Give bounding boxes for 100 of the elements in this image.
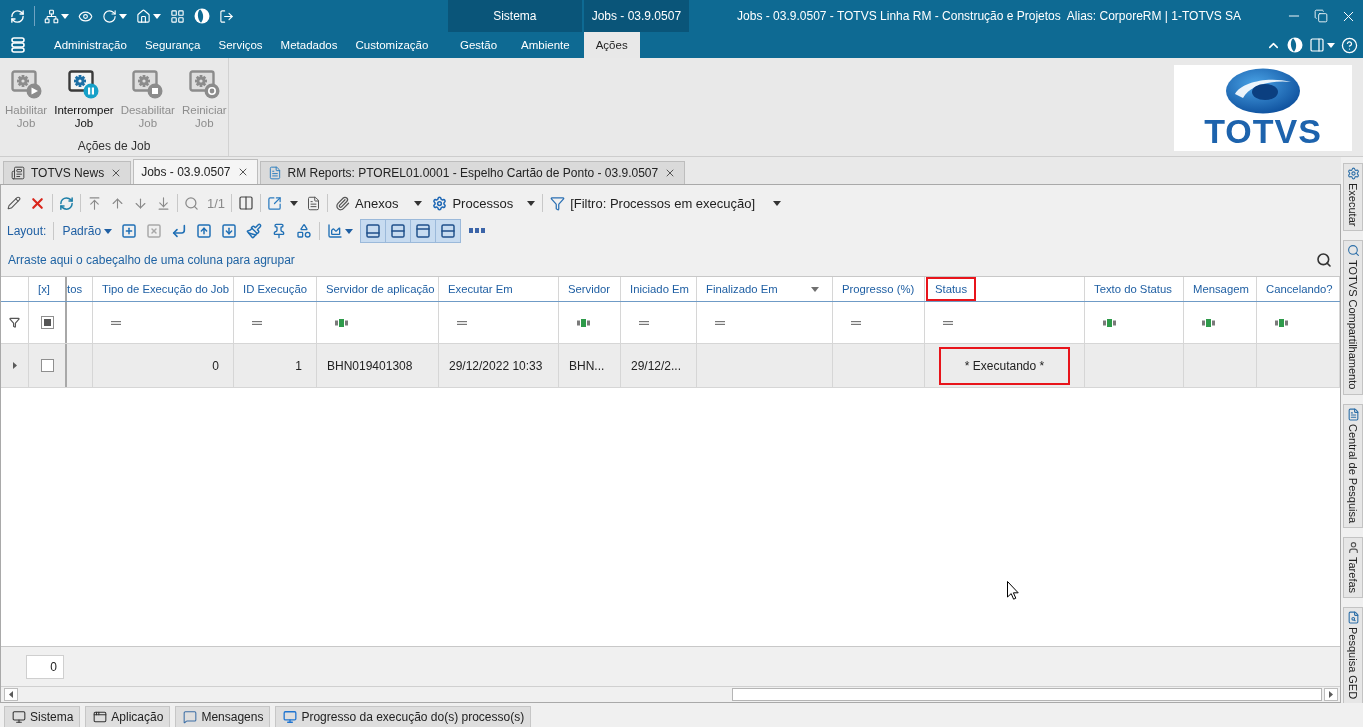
columns-icon[interactable] [238,195,255,211]
column-header[interactable]: tos [67,277,93,301]
caret-down-icon [811,286,819,292]
menu-icon[interactable] [11,37,25,53]
caret-down-icon[interactable] [104,228,113,234]
caret-right-icon [12,362,17,369]
equals-icon[interactable] [851,320,861,325]
document-tab[interactable]: RM Reports: PTOREL01.0001 - Espelho Cartão de Ponto - 03.9.0507 [259,161,686,184]
globe-icon[interactable] [1287,37,1303,53]
panel-tab[interactable]: Mensagens [175,706,271,727]
attachments-dropdown[interactable]: Anexos [334,195,424,211]
network-icon[interactable] [44,8,59,24]
search-icon[interactable] [1316,251,1332,268]
side-tab[interactable]: Executar [1343,163,1363,232]
menu-tab[interactable]: Ações [583,32,640,58]
menu-tab[interactable]: Administração [45,32,136,58]
text-filter-icon[interactable] [1103,318,1117,327]
context-group-header: Jobs - 03.9.0507 [583,0,690,32]
up-icon[interactable] [110,195,125,211]
paint-brush-icon[interactable] [246,223,263,239]
text-filter-icon[interactable] [1202,318,1216,327]
text-format-icon[interactable] [469,228,486,234]
menu-tab[interactable]: Gestão [448,32,510,58]
layout-dropdown[interactable]: Padrão [61,224,103,238]
table-row[interactable]: 0 1 BHN019401308 29/12/2022 10:33 BHN... 29/12/2... * Executando * [1,344,1340,388]
scrollbar-thumb[interactable] [732,688,1322,701]
refresh-icon[interactable] [59,195,74,211]
gear-icon [432,195,448,211]
document-tab[interactable]: TOTVS News [3,161,132,184]
caret-down-icon[interactable] [153,13,161,19]
shapes-icon[interactable] [296,223,313,239]
equals-icon[interactable] [252,320,262,325]
scroll-left-button[interactable] [4,688,18,701]
panel-tab[interactable]: Aplicação [85,706,171,727]
panel-icon[interactable] [1309,37,1325,53]
equals-icon[interactable] [111,320,121,325]
panel-tab[interactable]: Sistema [4,706,81,727]
area-chart-icon[interactable] [327,223,344,239]
side-tab[interactable]: Pesquisa GED [1343,606,1363,705]
move-up-icon[interactable] [196,223,213,239]
text-filter-icon[interactable] [577,318,591,327]
add-icon[interactable] [121,223,138,239]
first-icon[interactable] [87,195,102,211]
view-toggle[interactable] [435,219,462,243]
table-cell: * Executando * [938,346,1071,385]
return-icon[interactable] [171,223,188,239]
equals-icon[interactable] [715,320,725,325]
equals-icon[interactable] [943,320,953,325]
sign-out-icon[interactable] [219,8,234,24]
export-icon[interactable] [267,195,283,211]
menu-tab[interactable]: Customização [346,32,438,58]
restore-icon[interactable] [1314,9,1328,23]
text-filter-icon[interactable] [1275,318,1289,327]
checkbox[interactable] [40,359,54,372]
caret-down-icon[interactable] [290,200,299,206]
text-filter-icon[interactable] [335,318,349,327]
person-icon [1346,540,1360,554]
menu-tab[interactable]: Metadados [271,32,347,58]
checkbox[interactable] [40,316,54,329]
monitor-gear-stop-icon [132,70,164,100]
side-tab[interactable]: Tarefas [1343,536,1363,598]
menu-tab[interactable]: Ambiente [509,32,582,58]
view-toggle[interactable] [360,219,387,243]
processes-dropdown[interactable]: Processos [431,195,537,211]
down-icon[interactable] [133,195,148,211]
menu-tab[interactable]: Serviços [209,32,272,58]
help-icon[interactable] [1341,36,1358,54]
document-tab[interactable]: Jobs - 03.9.0507 [133,159,258,184]
table-cell: 0 [212,358,219,373]
view-toggle[interactable] [410,219,437,243]
caret-down-icon[interactable] [345,228,354,234]
panel-tab[interactable]: Progresso da execução do(s) processo(s) [275,706,532,727]
monitor-icon [12,710,26,724]
equals-icon[interactable] [457,320,467,325]
eye-icon[interactable] [78,8,93,24]
rotate-icon[interactable] [102,8,117,24]
move-down-icon[interactable] [221,223,238,239]
window-icon [93,710,108,724]
view-toggle[interactable] [385,219,412,243]
column-header[interactable]: Status [925,277,1085,301]
menu-tab[interactable]: Segurança [135,32,210,58]
caret-left-icon [9,691,13,698]
caret-down-icon[interactable] [61,13,69,19]
equals-icon[interactable] [639,320,649,325]
grid-icon[interactable] [170,8,185,24]
filter-dropdown[interactable]: [Filtro: Processos em execução] [549,195,783,211]
side-tab[interactable]: Central de Pesquisa [1343,403,1363,528]
caret-down-icon[interactable] [1327,42,1335,48]
table-cell: 29/12/2... [631,358,682,373]
caret-down-icon[interactable] [119,13,127,19]
scroll-right-button[interactable] [1324,688,1338,701]
ribbon-button[interactable]: Interromper Job [53,70,115,130]
home-icon[interactable] [136,8,151,24]
last-icon[interactable] [156,195,171,211]
pencil-icon[interactable] [7,196,21,210]
document-icon[interactable] [306,195,322,211]
ribbon-group-label: Ações de Job [77,139,151,155]
side-tab[interactable]: TOTVS Compartilhamento [1343,240,1363,395]
refresh-icon[interactable] [10,8,25,24]
globe-icon[interactable] [194,8,210,24]
